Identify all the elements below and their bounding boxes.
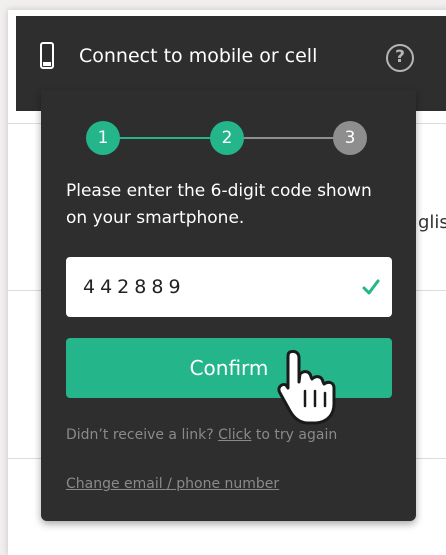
- step-3-pending: 3: [333, 121, 367, 155]
- help-icon[interactable]: ?: [386, 44, 414, 72]
- pointing-hand-cursor-icon: [277, 349, 336, 425]
- verification-code-input[interactable]: [66, 257, 392, 317]
- resend-prompt: Didn’t receive a link? Click to try agai…: [66, 427, 337, 443]
- checkmark-icon: [362, 279, 380, 295]
- step-connector-pending: [243, 137, 335, 139]
- instructions-text: Please enter the 6-digit code shown on y…: [66, 181, 372, 228]
- background-partial-text: glis: [418, 212, 446, 233]
- resend-suffix: to try again: [251, 427, 338, 443]
- change-email-phone-link[interactable]: Change email / phone number: [66, 476, 279, 492]
- header-title: Connect to mobile or cell: [79, 45, 318, 67]
- resend-prefix: Didn’t receive a link?: [66, 427, 219, 443]
- resend-link[interactable]: Click: [218, 427, 251, 443]
- step-1-complete: 1: [86, 121, 120, 155]
- step-connector-complete: [118, 137, 212, 139]
- step-2-current: 2: [210, 121, 244, 155]
- mobile-phone-icon: [40, 42, 54, 69]
